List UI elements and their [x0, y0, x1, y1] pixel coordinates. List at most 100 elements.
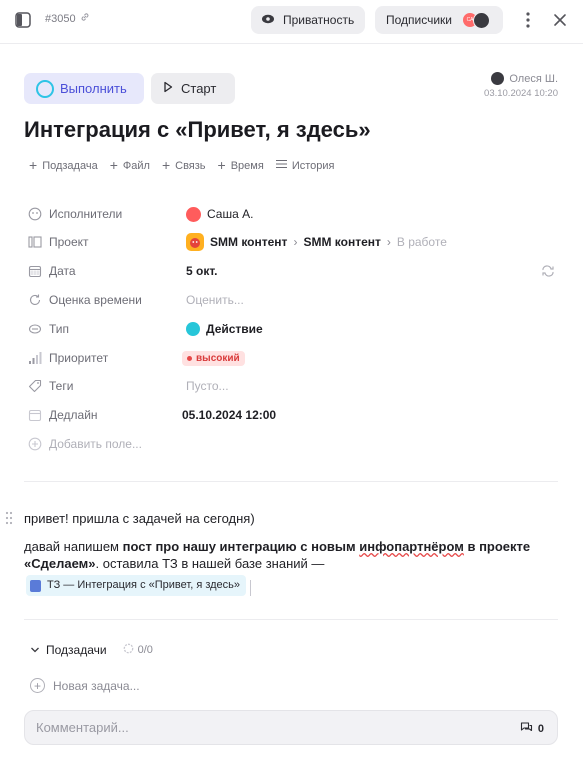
tag-icon: [28, 379, 42, 393]
property-estimate[interactable]: Оценка времени Оценить...: [28, 286, 558, 314]
execute-button[interactable]: Выполнить: [24, 73, 144, 104]
author-name: Олеся Ш.: [509, 72, 558, 85]
property-label: Тип: [49, 322, 70, 336]
sidebar-toggle-icon[interactable]: [14, 11, 32, 29]
property-value[interactable]: Действие: [186, 322, 263, 336]
property-tags[interactable]: Теги Пусто...: [28, 372, 558, 400]
eye-icon: [261, 13, 275, 27]
subtasks-progress: 0/0: [123, 643, 153, 657]
more-options-icon[interactable]: [520, 10, 536, 30]
assignee-name: Саша А.: [207, 207, 254, 221]
property-label: Исполнители: [49, 207, 123, 221]
avatar: [186, 206, 201, 222]
action-type-icon: [186, 322, 200, 336]
comment-input[interactable]: Комментарий... 0: [24, 710, 558, 745]
priority-dot-icon: [187, 355, 192, 361]
property-type[interactable]: Тип Действие: [28, 315, 558, 343]
property-assignees[interactable]: Исполнители Саша А.: [28, 200, 558, 228]
refresh-icon: [28, 293, 42, 307]
quick-action-label: Время: [230, 159, 264, 172]
add-subtask-button[interactable]: + Подзадача: [29, 157, 98, 173]
subtasks-header[interactable]: Подзадачи 0/0: [30, 643, 153, 657]
property-label: Дедлайн: [49, 408, 98, 422]
privacy-button[interactable]: Приватность: [251, 6, 365, 34]
description-text: давай напишем: [24, 539, 123, 554]
description-paragraph: давай напишем пост про нашу интеграцию с…: [24, 538, 544, 597]
deadline-value[interactable]: 05.10.2024 12:00: [182, 408, 276, 422]
document-icon: [30, 579, 41, 592]
task-id-text: #3050: [45, 12, 76, 25]
subscribers-label: Подписчики: [386, 13, 453, 27]
comment-count-value: 0: [537, 722, 544, 735]
created-date: 03.10.2024 10:20: [484, 88, 558, 99]
plus-icon: +: [217, 157, 226, 173]
page-title[interactable]: Интеграция с «Привет, я здесь»: [24, 117, 371, 143]
type-value: Действие: [206, 322, 263, 336]
repeat-icon[interactable]: [540, 264, 556, 278]
assignees-icon: [28, 207, 42, 221]
status-circle-icon: [36, 79, 54, 98]
new-task-button[interactable]: + Новая задача...: [30, 678, 140, 693]
subscriber-avatars: СА: [462, 12, 492, 29]
type-icon: [28, 322, 42, 336]
calendar-icon: [28, 264, 42, 278]
project-crumb[interactable]: SMM контент: [210, 235, 287, 249]
project-status[interactable]: В работе: [397, 235, 447, 249]
avatar: [473, 12, 491, 29]
plus-circle-icon: [28, 437, 42, 451]
play-icon: [163, 81, 173, 96]
comment-placeholder: Комментарий...: [36, 720, 129, 735]
doc-link-label: ТЗ — Интеграция с «Привет, я здесь»: [47, 579, 241, 591]
priority-badge[interactable]: высокий: [182, 350, 245, 366]
subtasks-count: 0/0: [137, 644, 153, 656]
history-button[interactable]: История: [275, 159, 335, 172]
plus-icon: +: [29, 157, 38, 173]
link-icon: [80, 12, 90, 25]
add-field-button[interactable]: Добавить поле...: [28, 430, 558, 458]
avatar: [491, 72, 505, 85]
property-label: Проект: [49, 235, 89, 249]
execute-label: Выполнить: [60, 81, 127, 96]
add-time-button[interactable]: + Время: [217, 157, 264, 173]
quick-action-label: Подзадача: [42, 159, 98, 172]
property-label: Оценка времени: [49, 293, 142, 307]
drag-handle-icon[interactable]: [5, 511, 13, 525]
chevron-right-icon: ›: [293, 235, 298, 249]
close-icon[interactable]: [551, 11, 569, 29]
property-value[interactable]: высокий: [182, 350, 245, 366]
property-project[interactable]: Проект SMM контент › SMM контент › В раб…: [28, 228, 558, 256]
property-value[interactable]: SMM контент › SMM контент › В работе: [186, 233, 447, 251]
chevron-down-icon: [30, 643, 40, 657]
author-info: Олеся Ш. 03.10.2024 10:20: [484, 72, 558, 99]
subtasks-label: Подзадачи: [46, 643, 107, 657]
description-text: . оставила ТЗ в нашей базе знаний —: [95, 556, 325, 571]
knowledge-base-doc-link[interactable]: ТЗ — Интеграция с «Привет, я здесь»: [26, 575, 247, 596]
comments-count[interactable]: 0: [520, 721, 544, 736]
estimate-value[interactable]: Оценить...: [186, 293, 244, 307]
task-id[interactable]: #3050: [45, 12, 90, 25]
property-priority[interactable]: Приоритет высокий: [28, 344, 558, 372]
subscribers-button[interactable]: Подписчики СА: [375, 6, 503, 34]
tags-value[interactable]: Пусто...: [186, 379, 229, 393]
plus-icon: +: [161, 157, 171, 173]
property-date[interactable]: Дата 5 окт.: [28, 257, 558, 285]
property-value[interactable]: Саша А.: [186, 206, 254, 222]
list-icon: [275, 159, 287, 172]
start-label: Старт: [181, 81, 217, 96]
add-link-button[interactable]: + Связь: [161, 157, 206, 173]
privacy-label: Приватность: [283, 13, 355, 27]
quick-action-label: История: [291, 159, 335, 172]
divider: [24, 481, 558, 482]
quick-action-label: Файл: [122, 159, 150, 172]
add-file-button[interactable]: + Файл: [110, 158, 150, 172]
property-deadline[interactable]: Дедлайн 05.10.2024 12:00: [28, 401, 558, 429]
divider: [24, 619, 558, 620]
project-crumb[interactable]: SMM контент: [303, 235, 380, 249]
property-label: Приоритет: [49, 351, 109, 365]
project-icon: [28, 235, 42, 249]
task-description[interactable]: привет! пришла с задачей на сегодня) дав…: [24, 510, 544, 607]
date-value[interactable]: 5 окт.: [186, 264, 218, 278]
priority-bars-icon: [28, 351, 42, 365]
add-field-label: Добавить поле...: [49, 437, 142, 451]
start-button[interactable]: Старт: [151, 73, 235, 104]
